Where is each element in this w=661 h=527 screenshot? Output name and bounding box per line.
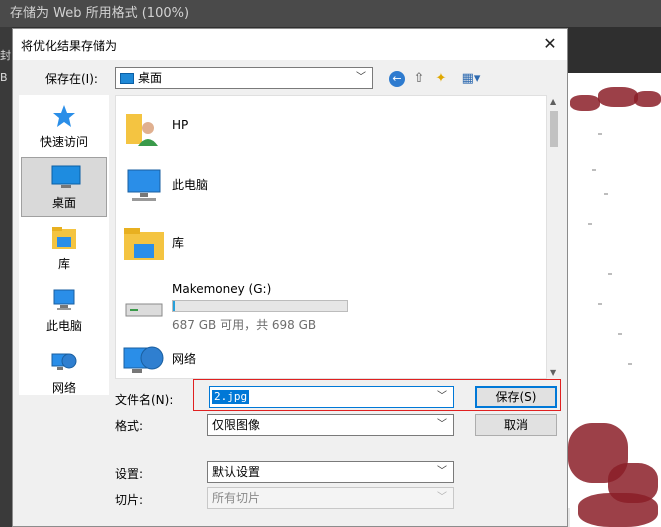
- format-value: 仅限图像: [212, 418, 261, 432]
- save-in-label: 保存在(I):: [45, 72, 98, 86]
- place-desktop[interactable]: 桌面: [21, 157, 107, 217]
- scroll-up-icon[interactable]: ▲: [550, 97, 556, 106]
- cancel-button[interactable]: 取消: [475, 414, 557, 436]
- save-in-value: 桌面: [138, 71, 163, 85]
- desktop-icon: [120, 73, 134, 84]
- item-name: 此电脑: [172, 178, 209, 192]
- format-dropdown[interactable]: 仅限图像 ﹀: [207, 414, 454, 436]
- up-folder-icon: ⇧: [413, 71, 425, 86]
- app-window-title: 存储为 Web 所用格式 (100%): [0, 0, 661, 27]
- view-menu-icon: ▦▾: [461, 71, 481, 86]
- app-left-panel: 封 B: [0, 27, 12, 527]
- new-folder-button[interactable]: ✦: [431, 69, 451, 89]
- computer-icon: [122, 164, 166, 208]
- chevron-down-icon: ﹀: [437, 466, 447, 477]
- item-name: 网络: [172, 352, 197, 366]
- view-menu-button[interactable]: ▦▾: [457, 69, 485, 89]
- drive-usage-bar: [172, 300, 348, 312]
- star-icon: [51, 103, 77, 129]
- place-this-pc[interactable]: 此电脑: [21, 281, 107, 341]
- save-in-dropdown[interactable]: 桌面 ﹀: [115, 67, 373, 89]
- list-item[interactable]: 网络: [116, 332, 536, 378]
- list-item[interactable]: 此电脑: [116, 158, 536, 212]
- back-button[interactable]: ←: [387, 69, 407, 89]
- place-label: 快速访问: [39, 135, 88, 149]
- list-item[interactable]: 库: [116, 216, 536, 270]
- up-folder-button[interactable]: ⇧: [409, 69, 429, 89]
- slices-value: 所有切片: [212, 491, 261, 505]
- settings-label: 设置:: [115, 467, 144, 481]
- item-name: 库: [172, 236, 185, 250]
- place-label: 此电脑: [45, 319, 82, 333]
- settings-dropdown[interactable]: 默认设置 ﹀: [207, 461, 454, 483]
- list-item[interactable]: HP: [116, 100, 536, 154]
- place-label: 网络: [51, 381, 76, 395]
- chevron-down-icon: ﹀: [437, 492, 447, 503]
- file-list: HP 此电脑 库 Makemoney (G:) 687 GB 可用，共 698 …: [115, 95, 547, 379]
- save-button[interactable]: 保存(S): [475, 386, 557, 408]
- dialog-title: 将优化结果存储为: [21, 39, 118, 53]
- drive-icon: [122, 280, 166, 324]
- drive-space-text: 687 GB 可用，共 698 GB: [172, 318, 317, 332]
- file-list-scrollbar[interactable]: ▲ ▼: [547, 95, 561, 379]
- drive-usage-fill: [173, 301, 176, 311]
- dialog-titlebar: 将优化结果存储为 ✕: [13, 29, 567, 60]
- user-folder-icon: [122, 106, 166, 150]
- filename-label: 文件名(N):: [115, 393, 174, 407]
- slices-dropdown: 所有切片 ﹀: [207, 487, 454, 509]
- computer-icon: [51, 287, 77, 313]
- desktop-icon: [51, 164, 81, 190]
- network-icon: [51, 349, 77, 375]
- place-label: 桌面: [51, 196, 76, 210]
- chevron-down-icon: ﹀: [356, 72, 366, 83]
- chevron-down-icon: ﹀: [437, 419, 447, 430]
- list-item-drive[interactable]: Makemoney (G:) 687 GB 可用，共 698 GB: [116, 274, 536, 332]
- slices-label: 切片:: [115, 493, 144, 507]
- format-label: 格式:: [115, 419, 144, 433]
- library-folder-icon: [122, 222, 166, 266]
- scroll-thumb[interactable]: [550, 111, 558, 147]
- close-icon[interactable]: ✕: [539, 33, 561, 55]
- place-quick-access[interactable]: 快速访问: [21, 97, 107, 157]
- place-label: 库: [57, 257, 70, 271]
- place-library[interactable]: 库: [21, 219, 107, 279]
- new-folder-icon: ✦: [435, 71, 447, 86]
- item-name: HP: [172, 118, 189, 132]
- places-bar: 快速访问 桌面 库 此电脑 网络: [19, 95, 109, 395]
- library-icon: [51, 225, 77, 251]
- save-dialog: 将优化结果存储为 ✕ 保存在(I): 桌面 ﹀ ← ⇧ ✦ ▦▾ 快速访问 桌面…: [12, 28, 568, 527]
- left-panel-label: B: [0, 71, 8, 84]
- item-name: Makemoney (G:): [172, 282, 272, 296]
- network-icon: [122, 338, 166, 378]
- left-panel-label: 封: [0, 49, 11, 62]
- scroll-down-icon[interactable]: ▼: [550, 368, 556, 377]
- image-preview-canvas: [568, 73, 661, 527]
- place-network[interactable]: 网络: [21, 343, 107, 403]
- back-arrow-icon: ←: [389, 71, 405, 87]
- settings-value: 默认设置: [212, 465, 261, 479]
